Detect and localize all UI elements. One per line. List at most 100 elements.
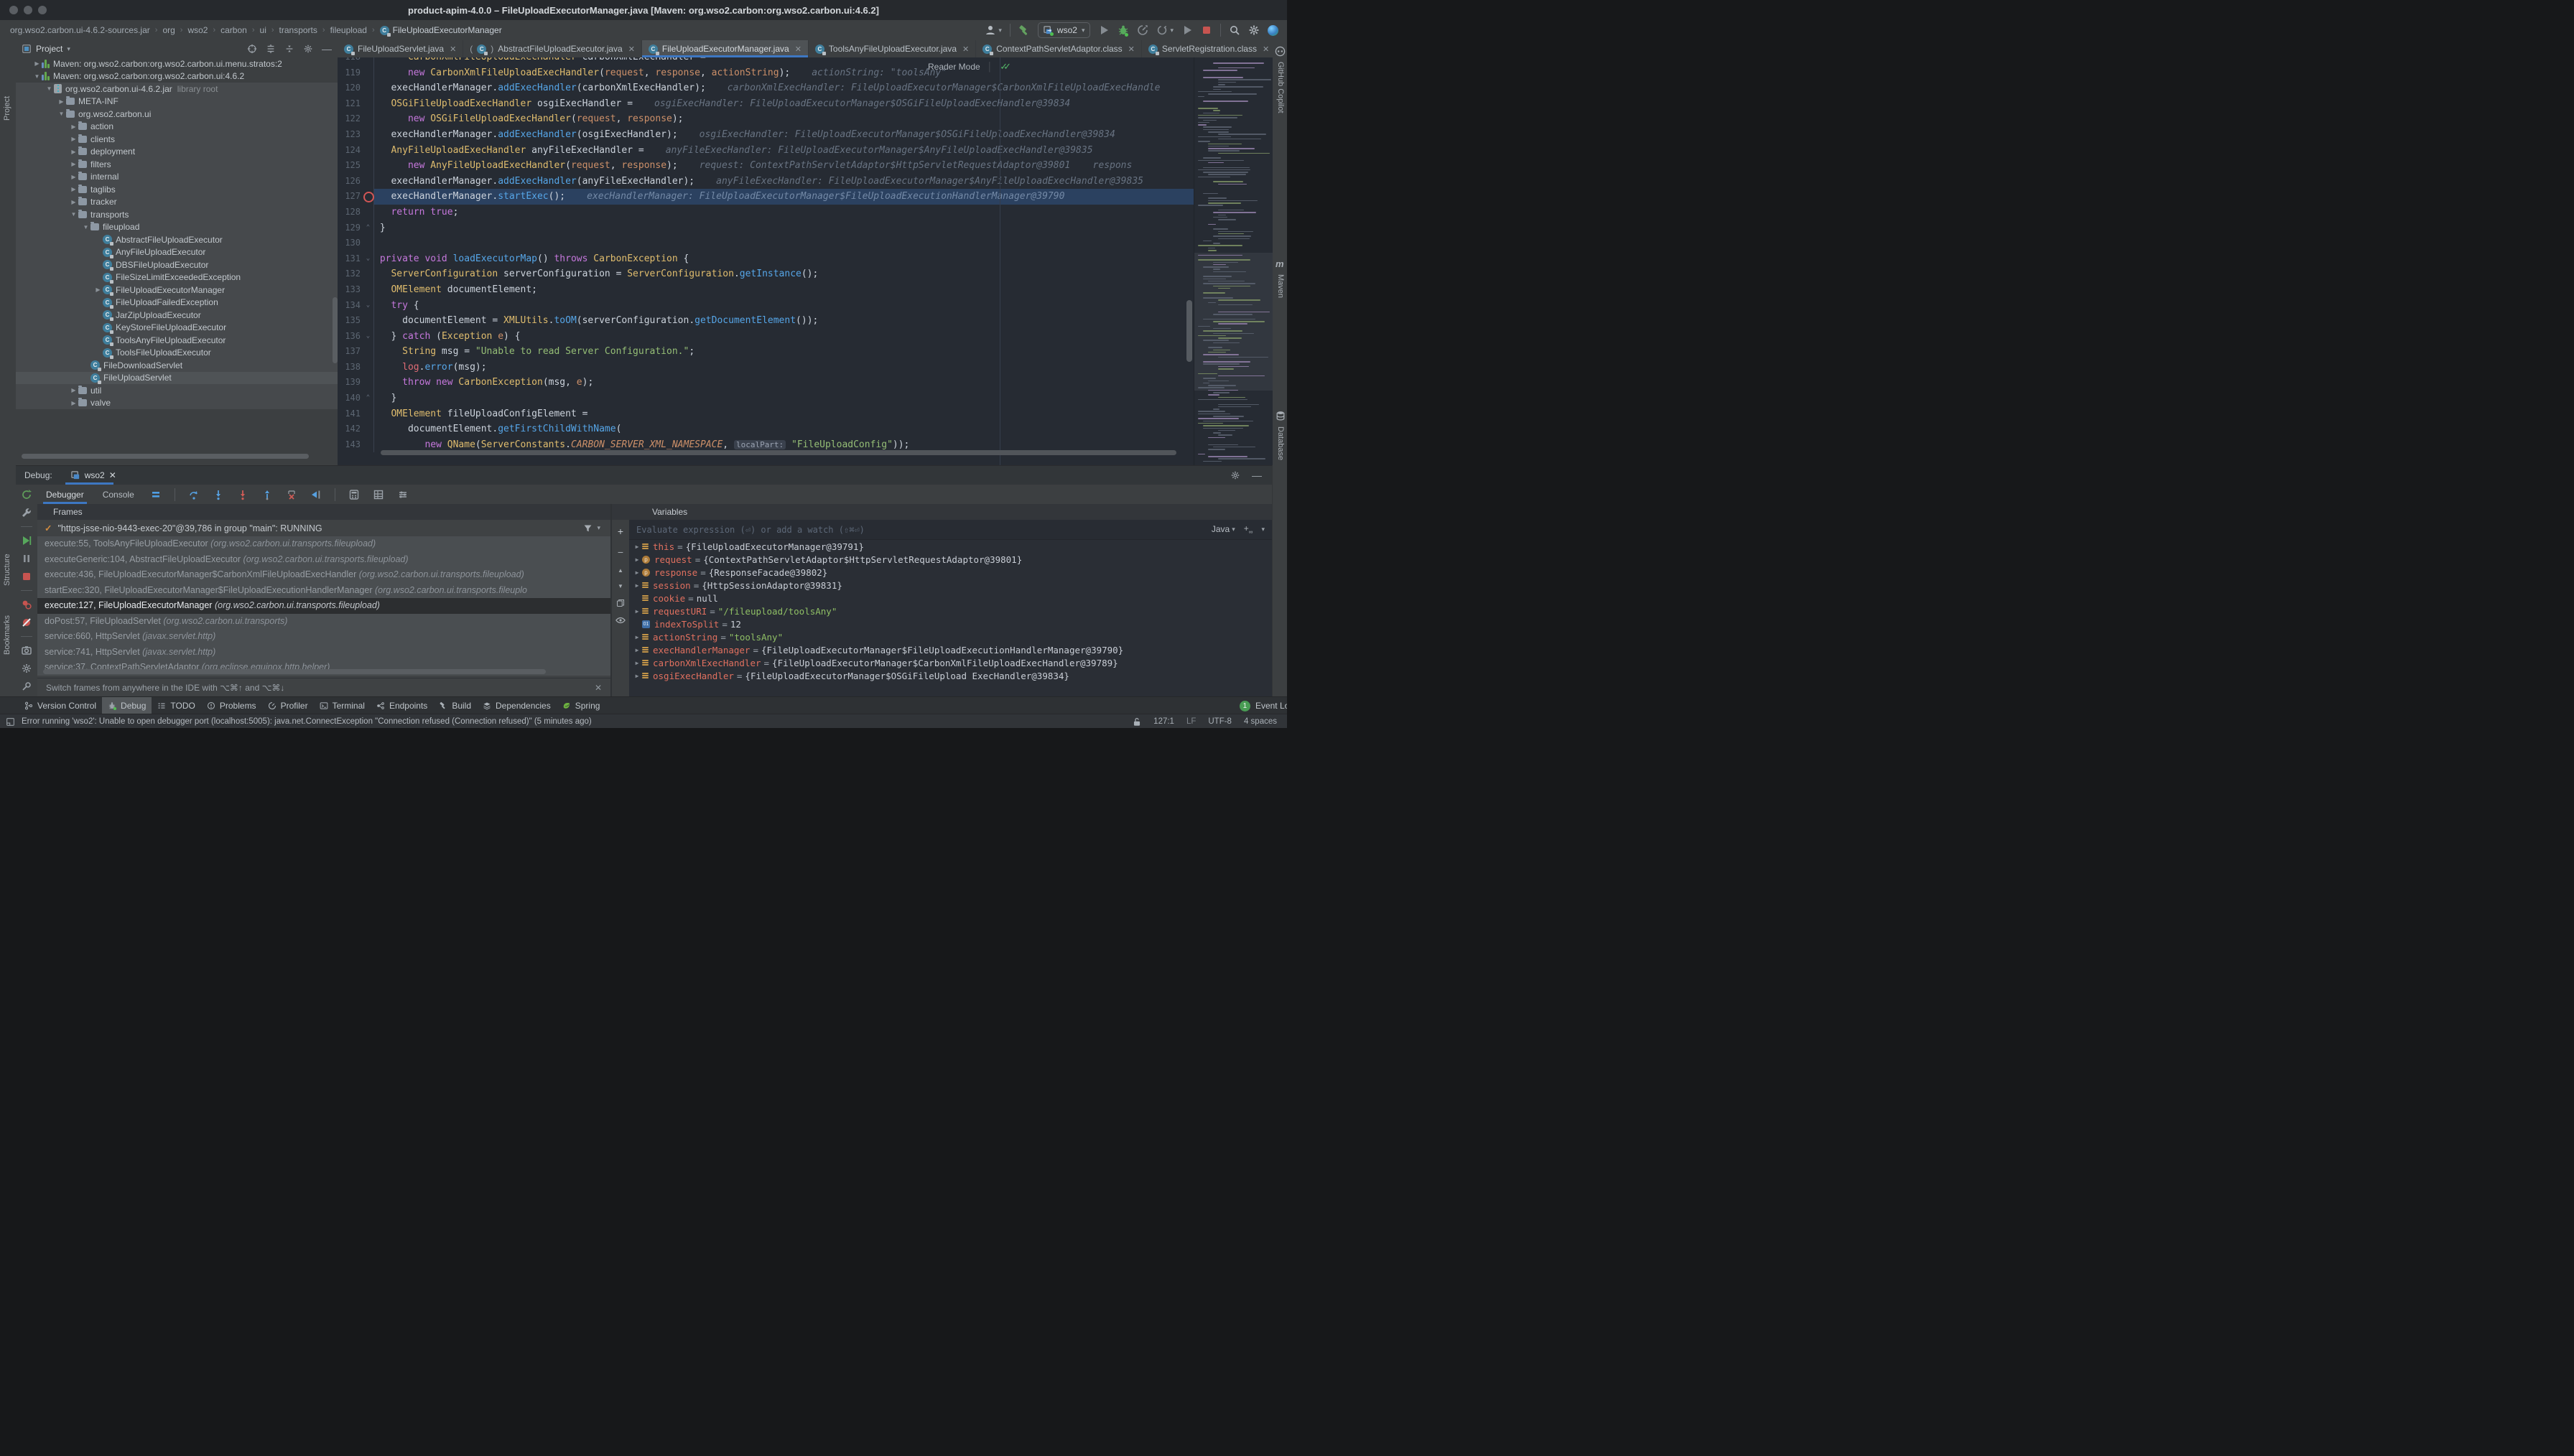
tree-horizontal-scrollbar[interactable] <box>22 454 309 459</box>
chevron-down-icon[interactable]: ▼ <box>57 111 66 117</box>
code-line-132[interactable]: 132 ServerConfiguration serverConfigurat… <box>338 266 1194 282</box>
editor-gutter[interactable]: 128 <box>338 205 374 220</box>
tool-window-button-terminal[interactable]: Terminal <box>314 697 371 714</box>
code-line-121[interactable]: 121 OSGiFileUploadExecHandler osgiExecHa… <box>338 96 1194 112</box>
tree-item-taglibs[interactable]: ▶taglibs <box>16 183 338 196</box>
chevron-down-icon[interactable]: ▾ <box>597 524 600 532</box>
code-line-124[interactable]: 124 AnyFileUploadExecHandler anyFileExec… <box>338 143 1194 159</box>
move-up-icon[interactable]: ▲ <box>618 567 623 574</box>
editor-tab-abstractfileuploadexecutor-java[interactable]: (C)AbstractFileUploadExecutor.java✕ <box>463 40 642 57</box>
tree-item-org-wso2-carbon-ui[interactable]: ▼org.wso2.carbon.ui <box>16 108 338 121</box>
chevron-down-icon[interactable]: ▾ <box>1261 526 1265 533</box>
code-line-126[interactable]: 126 execHandlerManager.addExecHandler(an… <box>338 174 1194 190</box>
editor-gutter[interactable]: 140⌃ <box>338 391 374 406</box>
tree-item-abstractfileuploadexecutor[interactable]: CAbstractFileUploadExecutor <box>16 233 338 246</box>
variable-row-requestURI[interactable]: ▶requestURI="/fileupload/toolsAny" <box>629 605 1272 617</box>
chevron-down-icon[interactable]: ▼ <box>45 85 54 92</box>
evaluate-expression-input[interactable]: Evaluate expression (⏎) or add a watch (… <box>629 520 1272 540</box>
move-down-icon[interactable]: ▼ <box>618 583 623 589</box>
tool-window-button-debug[interactable]: Debug <box>102 697 152 714</box>
github-copilot-icon[interactable] <box>1275 46 1286 57</box>
chevron-down-icon[interactable]: ▼ <box>81 224 90 230</box>
tree-item-toolsfileuploadexecutor[interactable]: CToolsFileUploadExecutor <box>16 347 338 360</box>
code-line-131[interactable]: 131⌄ private void loadExecutorMap() thro… <box>338 251 1194 267</box>
stripe-copilot-label[interactable]: GitHub Copilot <box>1276 62 1285 113</box>
copy-stack-icon[interactable] <box>616 599 625 607</box>
close-tab-icon[interactable]: ✕ <box>628 45 635 54</box>
evaluate-expression-icon[interactable] <box>348 489 360 500</box>
language-selector[interactable]: Java▾ <box>1212 524 1235 534</box>
tab-debugger[interactable]: Debugger <box>43 485 87 504</box>
tree-item-filters[interactable]: ▶filters <box>16 158 338 171</box>
tree-item-fileupload[interactable]: ▼fileupload <box>16 221 338 234</box>
editor-gutter[interactable]: 133 <box>338 282 374 298</box>
code-line-118[interactable]: 118 CarbonXmlFileUploadExecHandler carbo… <box>338 57 1194 65</box>
chevron-right-icon[interactable]: ▶ <box>57 98 66 105</box>
chevron-right-icon[interactable]: ▶ <box>632 608 642 615</box>
stop-button[interactable] <box>1201 24 1212 36</box>
collapse-all-icon[interactable] <box>284 44 294 54</box>
stack-frame-service-741[interactable]: service:741, HttpServlet (javax.servlet.… <box>37 645 610 661</box>
chevron-down-icon[interactable]: ▼ <box>69 211 78 218</box>
tool-window-layout-icon[interactable] <box>6 717 15 727</box>
editor-gutter[interactable]: 129⌃ <box>338 220 374 236</box>
tree-item-toolsanyfileuploadexecutor[interactable]: CToolsAnyFileUploadExecutor <box>16 334 338 347</box>
chevron-right-icon[interactable]: ▶ <box>632 543 642 550</box>
fold-marker-icon[interactable]: ⌄ <box>363 329 373 345</box>
code-line-125[interactable]: 125 new AnyFileUploadExecHandler(request… <box>338 158 1194 174</box>
stripe-structure-label[interactable]: Structure <box>3 554 11 586</box>
chevron-right-icon[interactable]: ▶ <box>69 387 78 393</box>
tree-item-valve[interactable]: ▶valve <box>16 397 338 410</box>
variable-row-indexToSplit[interactable]: 01indexToSplit=12 <box>629 617 1272 630</box>
code-line-133[interactable]: 133 OMElement documentElement; <box>338 282 1194 298</box>
chevron-right-icon[interactable]: ▶ <box>632 647 642 653</box>
panel-settings-gear-icon[interactable] <box>303 44 313 54</box>
run-with-coverage-button[interactable]: ▾ <box>1156 24 1174 36</box>
editor-gutter[interactable]: 141 <box>338 406 374 422</box>
code-line-139[interactable]: 139 throw new CarbonException(msg, e); <box>338 375 1194 391</box>
pause-program-icon[interactable] <box>21 553 32 564</box>
editor-gutter[interactable]: 132 <box>338 266 374 282</box>
chevron-right-icon[interactable]: ▶ <box>69 186 78 192</box>
editor-gutter[interactable]: 142 <box>338 421 374 437</box>
chevron-right-icon[interactable]: ▶ <box>69 149 78 155</box>
fold-marker-icon[interactable]: ⌄ <box>363 298 373 314</box>
tree-item-action[interactable]: ▶action <box>16 121 338 134</box>
close-tab-icon[interactable]: ✕ <box>962 45 969 54</box>
close-tab-icon[interactable]: ✕ <box>450 45 456 54</box>
code-line-137[interactable]: 137 String msg = "Unable to read Server … <box>338 344 1194 360</box>
code-line-122[interactable]: 122 new OSGiFileUploadExecHandler(reques… <box>338 111 1194 127</box>
code-editor[interactable]: 118 CarbonXmlFileUploadExecHandler carbo… <box>338 57 1194 465</box>
line-ending[interactable]: LF <box>1186 717 1196 726</box>
chevron-right-icon[interactable]: ▶ <box>632 556 642 563</box>
zoom-window-icon[interactable] <box>38 6 47 14</box>
variable-row-actionString[interactable]: ▶actionString="toolsAny" <box>629 630 1272 643</box>
breakpoint-icon[interactable] <box>363 192 374 202</box>
tree-item-filesizelimitexceededexception[interactable]: CFileSizeLimitExceededException <box>16 271 338 284</box>
editor-gutter[interactable]: 130 <box>338 235 374 251</box>
tree-item-transports[interactable]: ▼transports <box>16 208 338 221</box>
debug-button[interactable] <box>1118 24 1129 36</box>
fold-marker-icon[interactable]: ⌄ <box>363 251 373 267</box>
stripe-database-label[interactable]: Database <box>1276 426 1285 460</box>
code-line-127[interactable]: 127 execHandlerManager.startExec();execH… <box>338 189 1194 205</box>
editor-gutter[interactable]: 136⌄ <box>338 329 374 345</box>
variable-row-osgiExecHandler[interactable]: ▶osgiExecHandler={FileUploadExecutorMana… <box>629 669 1272 682</box>
tree-item-clients[interactable]: ▶clients <box>16 133 338 146</box>
tool-window-button-build[interactable]: Build <box>433 697 477 714</box>
caret-position[interactable]: 127:1 <box>1153 717 1174 726</box>
locate-file-icon[interactable] <box>247 44 257 54</box>
build-hammer-icon[interactable] <box>1018 24 1030 36</box>
chevron-right-icon[interactable]: ▶ <box>69 199 78 205</box>
tool-window-button-problems[interactable]: Problems <box>201 697 262 714</box>
tree-item-tracker[interactable]: ▶tracker <box>16 196 338 209</box>
code-line-141[interactable]: 141 OMElement fileUploadConfigElement = <box>338 406 1194 422</box>
chevron-right-icon[interactable]: ▶ <box>632 582 642 589</box>
tree-item-maven-org-wso2-carbon-org-wso2-carbon-ui[interactable]: ▶Maven: org.wso2.carbon:org.wso2.carbon.… <box>16 57 338 70</box>
editor-vertical-scrollbar[interactable] <box>1186 300 1192 362</box>
stop-icon[interactable] <box>21 571 32 582</box>
resume-program-icon[interactable] <box>21 535 32 546</box>
chevron-right-icon[interactable]: ▶ <box>632 569 642 576</box>
run-button[interactable] <box>1098 24 1110 36</box>
code-line-129[interactable]: 129⌃ } <box>338 220 1194 236</box>
